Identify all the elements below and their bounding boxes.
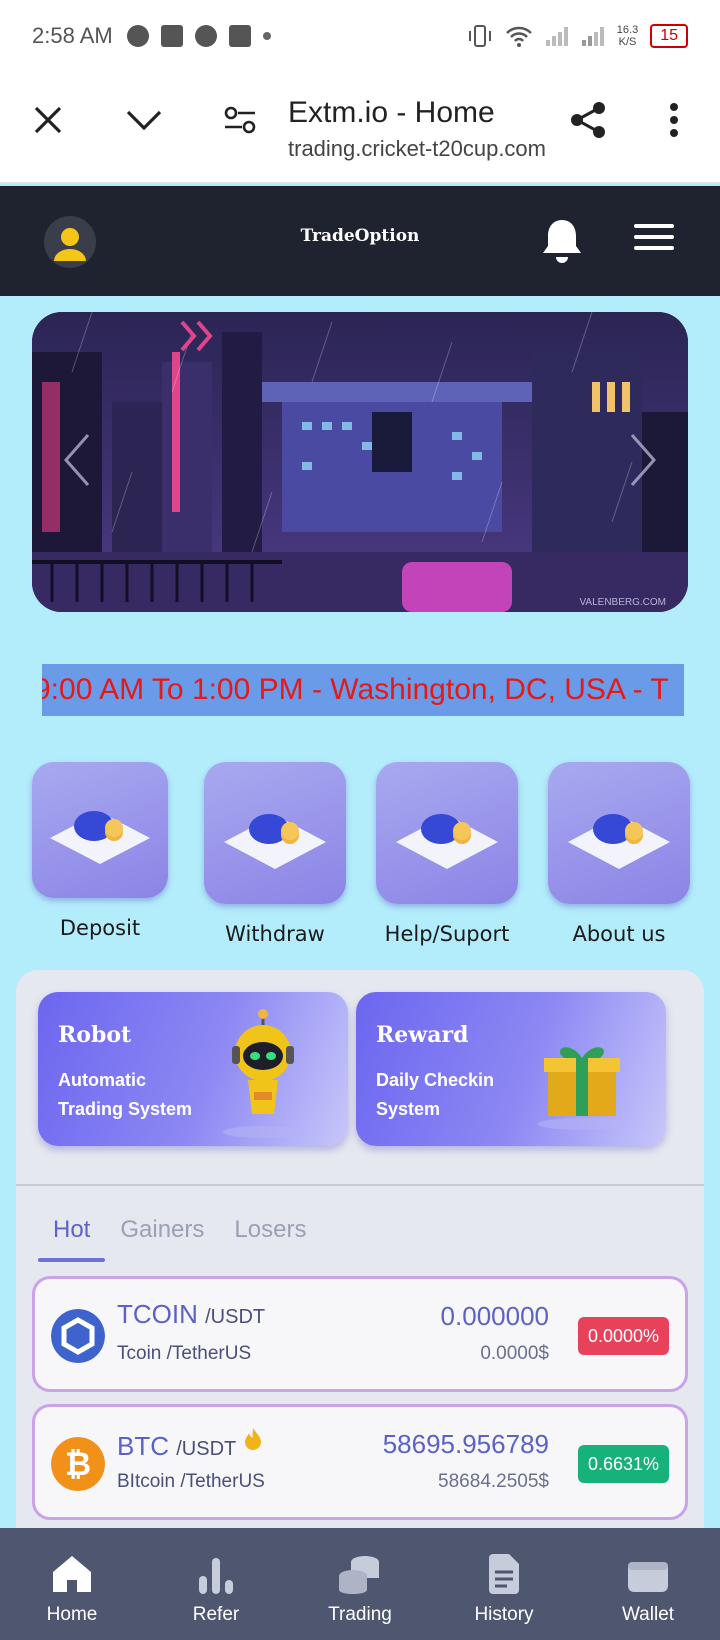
file-icon — [160, 25, 183, 47]
signal-icon-2 — [581, 27, 604, 46]
coin-name: BItcoin /TetherUS — [117, 1471, 265, 1492]
withdraw-label: Withdraw — [225, 922, 325, 946]
status-time: 2:58 AM — [32, 23, 113, 48]
messenger-icon — [126, 25, 149, 47]
robot-icon — [223, 1009, 303, 1138]
withdraw-icon — [204, 762, 346, 904]
gift-icon — [538, 1047, 626, 1130]
wallet-icon — [628, 1562, 668, 1592]
app-logo: TradeOption — [300, 226, 420, 246]
coin-symbol: TCOIN /USDT — [117, 1299, 266, 1329]
tcoin-icon — [51, 1309, 105, 1363]
nav-history-label: History — [474, 1604, 534, 1625]
close-icon — [34, 106, 62, 134]
browser-toolbar: Extm.io - Home trading.cricket-t20cup.co… — [0, 72, 720, 184]
coins-icon — [339, 1556, 379, 1594]
tab-gainers[interactable]: Gainers — [105, 1204, 219, 1256]
coin-usd-price: 0.0000$ — [480, 1343, 549, 1364]
chevron-down-icon — [126, 110, 162, 131]
coin-price: 58695.956789 — [382, 1429, 549, 1459]
market-tabs: Hot Gainers Losers — [38, 1204, 321, 1262]
fire-icon — [245, 1428, 262, 1450]
bell-icon[interactable] — [540, 216, 584, 271]
withdraw-button[interactable]: Withdraw — [204, 762, 346, 946]
reward-promo-card[interactable]: Reward Daily Checkin System — [356, 992, 666, 1146]
share-icon — [571, 102, 605, 138]
nav-history[interactable]: History — [432, 1528, 576, 1640]
nav-trading[interactable]: Trading — [288, 1528, 432, 1640]
nav-wallet[interactable]: Wallet — [576, 1528, 720, 1640]
tune-icon — [224, 106, 256, 134]
deposit-label: Deposit — [59, 916, 141, 940]
notification-icons — [126, 25, 271, 47]
deposit-button[interactable]: Deposit — [32, 762, 168, 940]
coin-row-btc[interactable]: ₿ BTC /USDT BItcoin /TetherUS 58695.9567… — [32, 1404, 688, 1520]
nav-refer[interactable]: Refer — [144, 1528, 288, 1640]
coin-change-badge: 0.0000% — [577, 1317, 669, 1355]
hero-carousel[interactable]: VALENBERG.COM — [32, 312, 688, 612]
about-us-icon — [548, 762, 690, 904]
minimize-button[interactable] — [120, 96, 168, 144]
menu-icon[interactable] — [634, 224, 674, 257]
document-icon — [489, 1554, 519, 1594]
banner-watermark: VALENBERG.COM — [579, 597, 667, 608]
robot-promo-card[interactable]: Robot Automatic Trading System — [38, 992, 348, 1146]
whatsapp-icon — [194, 25, 217, 47]
wifi-icon — [505, 26, 532, 47]
robot-subtitle: Automatic Trading System — [58, 1070, 193, 1119]
more-vertical-icon — [670, 103, 678, 137]
network-speed: 16.3 K/S — [616, 24, 639, 48]
help-support-button[interactable]: Help/Suport — [376, 762, 518, 946]
tab-hot[interactable]: Hot — [38, 1204, 106, 1262]
share-button[interactable] — [564, 96, 612, 144]
about-us-label: About us — [572, 922, 666, 946]
help-support-label: Help/Suport — [384, 922, 510, 946]
page-title: Extm.io - Home — [288, 96, 495, 129]
nav-home-label: Home — [46, 1604, 98, 1625]
nav-trading-label: Trading — [328, 1604, 392, 1625]
section-divider — [16, 1184, 704, 1186]
nav-refer-label: Refer — [192, 1604, 240, 1625]
close-tab-button[interactable] — [24, 96, 72, 144]
nav-wallet-label: Wallet — [621, 1604, 675, 1625]
page-url[interactable]: trading.cricket-t20cup.com — [288, 136, 558, 162]
coin-change-badge: 0.6631% — [577, 1445, 669, 1483]
facebook-icon — [228, 25, 251, 47]
site-settings-button[interactable] — [216, 96, 264, 144]
tab-losers[interactable]: Losers — [219, 1204, 321, 1256]
reward-title: Reward — [376, 1022, 469, 1048]
coin-price: 0.000000 — [440, 1301, 549, 1331]
battery-indicator: 15 — [650, 24, 688, 48]
city-illustration — [32, 312, 688, 612]
bitcoin-icon: ₿ — [51, 1437, 105, 1491]
reward-subtitle: Daily Checkin System — [376, 1070, 495, 1119]
carousel-next-icon[interactable] — [628, 432, 658, 488]
help-support-icon — [376, 762, 518, 904]
vibrate-icon — [468, 25, 491, 47]
bar-chart-icon — [199, 1558, 233, 1594]
app-header: TradeOption — [0, 186, 720, 296]
more-options-button[interactable] — [650, 96, 698, 144]
coin-symbol: BTC /USDT — [117, 1427, 263, 1462]
bottom-navigation: Home Refer Trading History Wallet — [0, 1528, 720, 1640]
coin-name: Tcoin /TetherUS — [117, 1343, 252, 1364]
home-icon — [53, 1556, 91, 1592]
svg-text:₿: ₿ — [65, 1446, 91, 1482]
about-us-button[interactable]: About us — [548, 762, 690, 946]
status-bar: 2:58 AM 16.3 K/S 15 — [0, 0, 720, 72]
marquee-text: 9:00 AM To 1:00 PM - Washington, DC, USA… — [42, 673, 669, 706]
robot-title: Robot — [58, 1022, 132, 1048]
announcement-marquee: 9:00 AM To 1:00 PM - Washington, DC, USA… — [42, 664, 684, 716]
coin-row-tcoin[interactable]: TCOIN /USDT Tcoin /TetherUS 0.000000 0.0… — [32, 1276, 688, 1392]
carousel-prev-icon[interactable] — [62, 432, 92, 488]
deposit-icon — [32, 762, 168, 898]
coin-usd-price: 58684.2505$ — [438, 1471, 549, 1492]
nav-home[interactable]: Home — [0, 1528, 144, 1640]
signal-icon — [545, 27, 568, 46]
more-notifications-icon — [262, 32, 271, 40]
